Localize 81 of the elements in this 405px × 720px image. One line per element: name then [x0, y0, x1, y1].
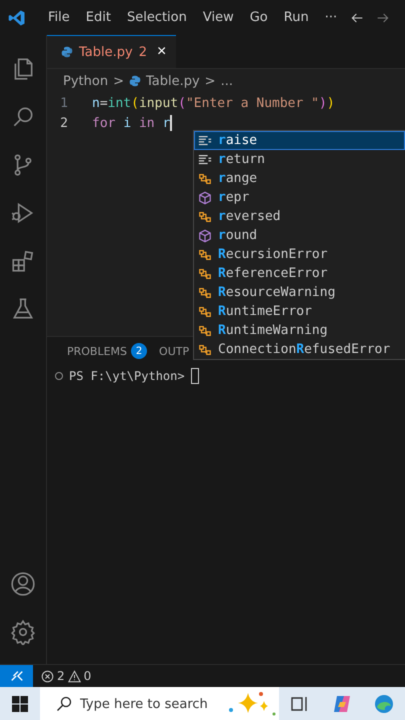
- panel-tab[interactable]: PROBLEMS 2: [67, 343, 148, 359]
- suggestion-item[interactable]: ResourceWarning: [194, 283, 405, 302]
- suggestion-label: ConnectionRefusedError: [218, 342, 390, 357]
- class-icon: [198, 210, 212, 224]
- class-icon: [198, 248, 212, 262]
- copilot-icon[interactable]: [331, 693, 353, 715]
- terminal-prompt: PS F:\yt\Python>: [69, 369, 185, 383]
- windows-icon[interactable]: [12, 696, 28, 712]
- account-icon[interactable]: [10, 571, 36, 597]
- menu-item[interactable]: View: [194, 10, 242, 25]
- line-number: 2: [59, 116, 69, 130]
- suggestion-label: range: [218, 171, 258, 186]
- keyword-icon: [198, 134, 212, 148]
- menu-item[interactable]: Go: [242, 10, 276, 25]
- suggestion-label: RecursionError: [218, 247, 328, 262]
- class-icon: [198, 304, 212, 318]
- suggestion-label: RuntimeError: [218, 304, 312, 319]
- breadcrumb[interactable]: ...: [220, 74, 233, 88]
- close-button[interactable]: ×: [152, 43, 166, 61]
- status-dot-icon: [55, 372, 63, 380]
- remote-icon: [10, 669, 24, 683]
- breadcrumb[interactable]: Python: [63, 74, 108, 88]
- search-input[interactable]: Type here to search: [80, 696, 220, 712]
- code-line: for i in r: [92, 116, 170, 130]
- menu-item[interactable]: ···: [316, 10, 346, 25]
- keyword-icon: [198, 152, 212, 166]
- suggestion-label: RuntimeWarning: [218, 323, 328, 338]
- search-field[interactable]: Type here to search: [40, 687, 279, 720]
- terminal-cursor: [190, 368, 199, 384]
- sparkle-icon: [228, 691, 278, 717]
- suggestion-item[interactable]: round: [194, 226, 405, 245]
- breadcrumb: >: [204, 74, 216, 88]
- suggestion-item[interactable]: RuntimeWarning: [194, 321, 405, 340]
- menu-item[interactable]: Edit: [78, 10, 119, 25]
- class-icon: [198, 172, 212, 186]
- suggestion-item[interactable]: return: [194, 150, 405, 169]
- menu-item[interactable]: Run: [276, 10, 317, 25]
- menu-item[interactable]: Selection: [118, 10, 195, 25]
- class-icon: [198, 286, 212, 300]
- suggestion-label: raise: [218, 133, 258, 148]
- cube-icon: [198, 228, 212, 242]
- python-icon: [61, 46, 73, 58]
- suggestion-item[interactable]: RecursionError: [194, 245, 405, 264]
- remote-button[interactable]: [0, 665, 33, 687]
- line-number: 1: [59, 96, 69, 110]
- problems-status[interactable]: 2 0: [33, 668, 98, 684]
- breadcrumb: >: [113, 74, 124, 88]
- search-icon: [56, 696, 72, 712]
- count-badge: 2: [131, 343, 148, 359]
- tab-title: Table.py: [79, 44, 133, 60]
- panel-tab[interactable]: OUTP: [159, 344, 190, 358]
- class-icon: [198, 342, 212, 356]
- breadcrumb[interactable]: Table.py: [146, 74, 200, 88]
- python-icon: [128, 75, 141, 87]
- class-icon: [198, 266, 212, 280]
- settings-icon[interactable]: [10, 619, 36, 645]
- suggestion-label: return: [218, 152, 265, 167]
- suggestion-item[interactable]: repr: [194, 188, 405, 207]
- suggestion-item[interactable]: RuntimeError: [194, 302, 405, 321]
- warning-icon: [68, 670, 81, 682]
- suggestion-item[interactable]: raise: [194, 131, 405, 150]
- problem-count: 2: [138, 44, 147, 60]
- class-icon: [198, 324, 212, 338]
- extensions-icon[interactable]: [10, 248, 36, 274]
- app-logo: [8, 8, 26, 26]
- edge-icon[interactable]: [373, 693, 395, 715]
- suggestion-item[interactable]: reversed: [194, 207, 405, 226]
- suggestion-label: round: [218, 228, 258, 243]
- file-tab[interactable]: Table.py 2 ×: [47, 35, 176, 68]
- suggestion-item[interactable]: ConnectionRefusedError: [194, 340, 405, 359]
- error-icon: [41, 670, 54, 682]
- menu-item[interactable]: File: [40, 10, 78, 25]
- suggestion-label: ResourceWarning: [218, 285, 336, 300]
- suggestion-label: ReferenceError: [218, 266, 328, 281]
- suggestion-item[interactable]: range: [194, 169, 405, 188]
- text-cursor: [170, 115, 172, 131]
- code-line: n=int(input("Enter a Number ")): [92, 96, 335, 110]
- suggestion-label: reversed: [218, 209, 281, 224]
- suggestion-label: repr: [218, 190, 250, 205]
- cube-icon: [198, 190, 212, 204]
- suggestion-item[interactable]: ReferenceError: [194, 264, 405, 283]
